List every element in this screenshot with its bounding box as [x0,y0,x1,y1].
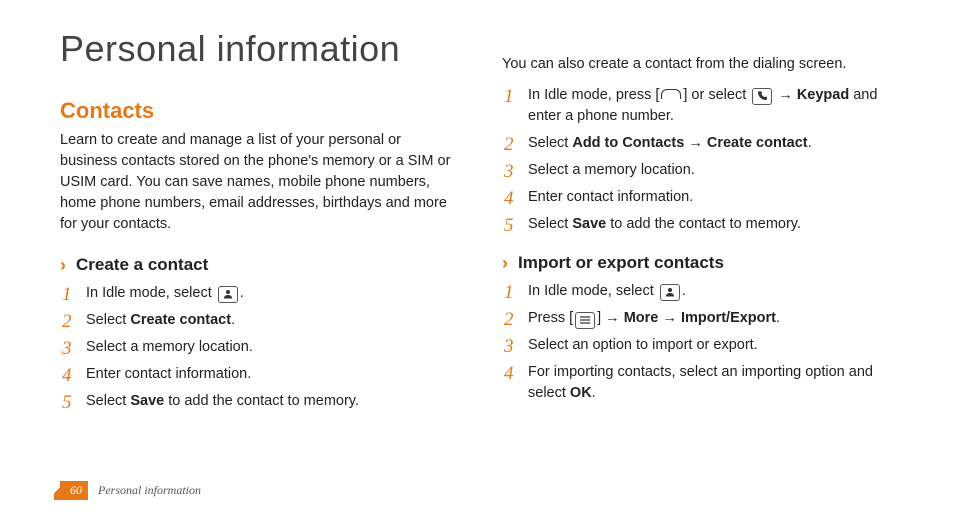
left-column: Personal information Contacts Learn to c… [60,28,452,418]
step-item: Select Save to add the contact to memory… [502,214,894,235]
step-item: Press [ ] → More → Import/Export. [502,308,894,329]
subheading-create-contact-label: Create a contact [76,255,208,275]
menu-icon [575,312,595,329]
step-item: Select Save to add the contact to memory… [60,391,452,412]
section-contacts-title: Contacts [60,98,452,124]
step-text: . [231,312,235,328]
step-item: In Idle mode, press [ ] or select → Keypa… [502,85,894,127]
right-column: You can also create a contact from the d… [502,28,894,418]
import-export-steps: In Idle mode, select . Press [ ] → More →… [502,281,894,404]
step-text: Select [528,135,572,151]
footer-section-name: Personal information [98,483,201,498]
step-item: Select Add to Contacts → Create contact. [502,133,894,154]
step-bold: Save [572,216,606,232]
contacts-intro: Learn to create and manage a list of you… [60,130,452,235]
step-text: . [682,283,686,299]
step-text: . [592,385,596,401]
dialing-create-steps: In Idle mode, press [ ] or select → Keypa… [502,85,894,235]
page-footer: 60 Personal information [60,481,201,500]
step-text: ] or select [683,87,750,103]
subheading-import-export-label: Import or export contacts [518,253,724,273]
step-text: . [808,135,812,151]
chevron-right-icon: › [502,254,508,272]
step-item: Enter contact information. [502,187,894,208]
step-item: Select a memory location. [502,160,894,181]
page-title: Personal information [60,28,452,70]
step-item: In Idle mode, select . [60,283,452,304]
step-bold: Import/Export [681,310,776,326]
step-text: → [684,135,707,151]
create-contact-steps: In Idle mode, select . Select Create con… [60,283,452,412]
step-item: In Idle mode, select . [502,281,894,302]
step-text: Select [528,216,572,232]
step-bold: Keypad [797,87,849,103]
step-text: Select [86,393,130,409]
step-text: . [776,310,780,326]
step-bold: Save [130,393,164,409]
page-columns: Personal information Contacts Learn to c… [60,28,894,418]
step-text: Press [ [528,310,573,326]
step-bold: OK [570,385,592,401]
step-bold: More [624,310,659,326]
step-item: Select Create contact. [60,310,452,331]
step-text: In Idle mode, select [528,283,658,299]
step-text: . [240,285,244,301]
page-number-badge: 60 [60,481,88,500]
step-text: ] → [597,310,624,326]
step-item: For importing contacts, select an import… [502,362,894,404]
chevron-right-icon: › [60,256,66,274]
step-item: Select an option to import or export. [502,335,894,356]
contacts-icon [218,286,238,303]
step-item: Enter contact information. [60,364,452,385]
subheading-create-contact: › Create a contact [60,255,452,275]
step-text: In Idle mode, select [86,285,216,301]
step-text: → [658,310,681,326]
step-text: to add the contact to memory. [606,216,801,232]
step-text: In Idle mode, press [ [528,87,659,103]
dialing-screen-lead: You can also create a contact from the d… [502,54,894,75]
call-key-icon [661,89,681,99]
step-item: Select a memory location. [60,337,452,358]
step-text: Select [86,312,130,328]
subheading-import-export: › Import or export contacts [502,253,894,273]
step-text: to add the contact to memory. [164,393,359,409]
step-bold: Add to Contacts [572,135,684,151]
step-bold: Create contact [707,135,808,151]
contacts-icon [660,284,680,301]
step-text: → [774,87,797,103]
step-bold: Create contact [130,312,231,328]
phone-icon [752,88,772,105]
